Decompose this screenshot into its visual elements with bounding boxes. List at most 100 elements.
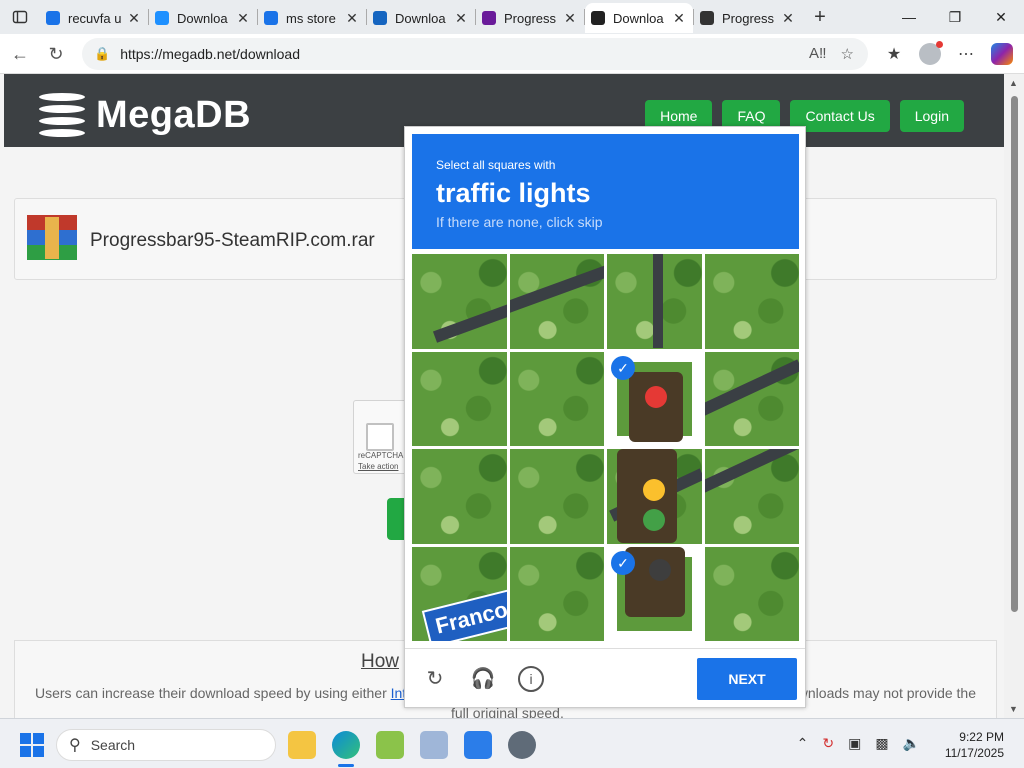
tab-label: Progress: [722, 10, 775, 26]
close-tab-icon[interactable]: ✕: [126, 10, 142, 27]
captcha-tile[interactable]: Franconia Rd: [412, 546, 507, 641]
how-text-start: Users can increase their download speed …: [35, 685, 414, 701]
tab-label: Progress: [504, 10, 557, 26]
start-button[interactable]: [20, 733, 44, 757]
close-tab-icon[interactable]: ✕: [780, 10, 796, 27]
search-icon: ⚲: [69, 737, 81, 754]
read-aloud-icon[interactable]: A‼: [809, 45, 827, 63]
network-icon[interactable]: ▩: [875, 735, 888, 752]
tab-favicon-icon: [591, 11, 605, 25]
scroll-down-icon[interactable]: ▼: [1009, 704, 1018, 714]
close-tab-icon[interactable]: ✕: [344, 10, 360, 27]
captcha-tile[interactable]: [607, 254, 702, 349]
how-title: How: [361, 651, 400, 672]
profile-avatar[interactable]: [914, 38, 946, 70]
taskbar: ⚲ Search ⌃ ↻ ▣ ▩ 🔈 9:22 PM 11/17/2025: [0, 718, 1024, 768]
scroll-thumb[interactable]: [1011, 96, 1018, 612]
browser-tab[interactable]: Downloa ✕: [367, 3, 475, 33]
close-tab-icon[interactable]: ✕: [453, 10, 469, 27]
photos-icon[interactable]: [464, 731, 492, 759]
tab-actions-icon[interactable]: [0, 0, 40, 34]
pole: [509, 265, 604, 315]
settings-gear-icon[interactable]: [508, 731, 536, 759]
captcha-tile[interactable]: [509, 546, 604, 641]
clock-date: 11/17/2025: [944, 746, 1004, 760]
clock-time: 9:22 PM: [959, 730, 1004, 744]
back-button[interactable]: ←: [2, 36, 38, 72]
audio-icon[interactable]: 🎧: [470, 666, 496, 692]
taskbar-search-placeholder: Search: [90, 737, 136, 753]
pole: [653, 254, 663, 348]
new-tab-button[interactable]: +: [802, 6, 838, 29]
captcha-tile[interactable]: [412, 254, 507, 349]
reload-button[interactable]: ↻: [38, 36, 74, 72]
app-icon[interactable]: [420, 731, 448, 759]
more-menu-icon[interactable]: ⋯: [950, 38, 982, 70]
captcha-tile[interactable]: [412, 351, 507, 446]
maximize-button[interactable]: ❐: [932, 0, 978, 34]
tab-favicon-icon: [264, 11, 278, 25]
close-tab-icon[interactable]: ✕: [671, 10, 687, 27]
captcha-tile[interactable]: [412, 449, 507, 544]
browser-tab[interactable]: Downloa ✕: [585, 3, 693, 33]
unlit-light: [649, 558, 671, 581]
captcha-tile[interactable]: [704, 254, 799, 349]
favorite-star-icon[interactable]: ☆: [841, 45, 854, 63]
notepad-icon[interactable]: [376, 731, 404, 759]
browser-tab[interactable]: Progress ✕: [476, 3, 584, 33]
captcha-target: traffic lights: [436, 178, 591, 208]
edge-browser-icon[interactable]: [332, 731, 360, 767]
tab-label: Downloa: [613, 10, 664, 26]
captcha-footer: ↻ 🎧 i NEXT: [405, 648, 805, 708]
pole: [704, 449, 799, 494]
browser-tab[interactable]: Progress ✕: [694, 3, 802, 33]
recaptcha-widget: reCAPTCHA Take action: [353, 400, 409, 474]
tab-label: Downloa: [395, 10, 446, 26]
url-field[interactable]: 🔒 https://megadb.net/download A‼ ☆: [82, 38, 868, 70]
clock[interactable]: 9:22 PM 11/17/2025: [945, 729, 1004, 761]
recaptcha-take-action-link[interactable]: Take action: [358, 462, 398, 471]
copilot-icon[interactable]: [986, 38, 1018, 70]
recaptcha-label: reCAPTCHA: [358, 451, 404, 460]
scroll-up-icon[interactable]: ▲: [1009, 78, 1018, 88]
yellow-light: [643, 479, 665, 501]
how-text-start-label: Users can increase their download speed …: [35, 685, 387, 701]
copilot-logo-icon: [991, 43, 1013, 65]
chevron-up-icon[interactable]: ⌃: [797, 735, 809, 752]
close-tab-icon[interactable]: ✕: [562, 10, 578, 27]
captcha-tile[interactable]: [509, 351, 604, 446]
info-icon[interactable]: i: [518, 666, 544, 692]
next-button[interactable]: NEXT: [697, 658, 797, 700]
nav-login-button[interactable]: Login: [899, 100, 964, 132]
tab-favicon-icon: [155, 11, 169, 25]
captcha-tile[interactable]: [704, 449, 799, 544]
address-bar-row: ← ↻ 🔒 https://megadb.net/download A‼ ☆ ★…: [0, 34, 1024, 74]
captcha-tile[interactable]: [607, 449, 702, 544]
monitor-icon[interactable]: ▣: [848, 735, 861, 752]
recaptcha-checkbox[interactable]: [366, 423, 394, 451]
sync-icon[interactable]: ↻: [822, 735, 834, 752]
captcha-tile[interactable]: [704, 351, 799, 446]
browser-tab[interactable]: ms store ✕: [258, 3, 366, 33]
page-scrollbar[interactable]: ▲ ▼: [1004, 74, 1024, 718]
browser-tab[interactable]: Downloa ✕: [149, 3, 257, 33]
close-tab-icon[interactable]: ✕: [235, 10, 251, 27]
captcha-tile[interactable]: [509, 449, 604, 544]
taskbar-search[interactable]: ⚲ Search: [56, 729, 276, 761]
browser-tab[interactable]: recuvfa u ✕: [40, 3, 148, 33]
reload-icon[interactable]: ↻: [422, 666, 448, 692]
volume-icon[interactable]: 🔈: [903, 735, 920, 752]
captcha-tile[interactable]: ✓: [607, 546, 702, 641]
minimize-button[interactable]: —: [886, 0, 932, 34]
favorites-icon[interactable]: ★: [878, 38, 910, 70]
close-window-button[interactable]: ✕: [978, 0, 1024, 34]
captcha-tile[interactable]: ✓: [607, 351, 702, 446]
site-info-icon[interactable]: 🔒: [94, 46, 110, 62]
captcha-tile[interactable]: [704, 546, 799, 641]
tab-favicon-icon: [482, 11, 496, 25]
site-logo[interactable]: MegaDB: [34, 88, 251, 142]
file-explorer-icon[interactable]: [288, 731, 316, 759]
avatar: [919, 41, 943, 65]
captcha-tile[interactable]: [509, 254, 604, 349]
logo-text: MegaDB: [96, 93, 252, 136]
